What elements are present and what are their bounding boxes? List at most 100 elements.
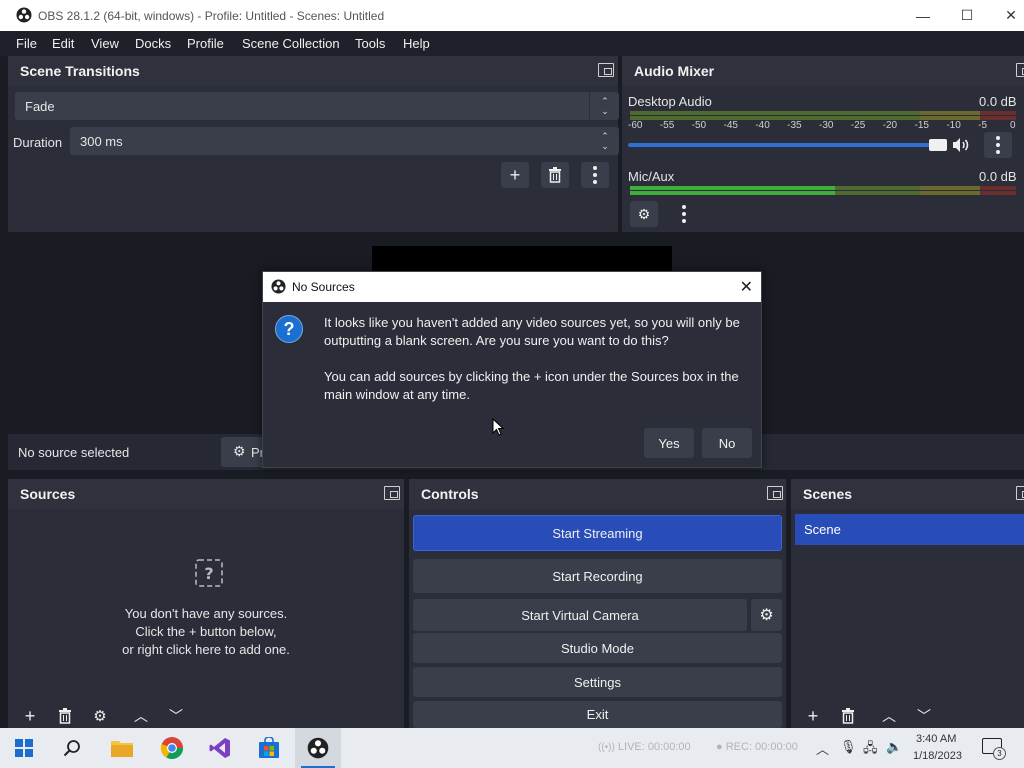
speaker-icon[interactable]	[952, 137, 970, 153]
transition-menu-button[interactable]	[581, 162, 609, 188]
undock-icon[interactable]	[1016, 486, 1024, 500]
spin-arrows-icon[interactable]: ⌃ ⌄	[600, 131, 610, 151]
add-source-button[interactable]: +	[16, 703, 44, 729]
notifications-button[interactable]: 3	[982, 738, 1006, 760]
kebab-icon	[996, 136, 1000, 154]
transition-select[interactable]: Fade ⌃ ⌄	[15, 92, 619, 120]
empty-line-2: Click the + button below,	[135, 624, 277, 639]
meter-scale-label: -55	[659, 120, 675, 131]
kebab-icon	[682, 205, 686, 223]
clock-time[interactable]: 3:40 AM	[916, 733, 956, 745]
visual-studio-icon	[209, 738, 230, 758]
menu-view[interactable]: View	[91, 36, 119, 51]
start-streaming-button[interactable]: Start Streaming	[413, 515, 782, 551]
meter-scale-label: -5	[978, 120, 988, 131]
sources-title: Sources	[20, 486, 76, 502]
start-button[interactable]	[10, 734, 38, 762]
dock-header: Scene Transitions	[8, 56, 618, 86]
menu-profile[interactable]: Profile	[187, 36, 224, 51]
remove-transition-button[interactable]	[541, 162, 569, 188]
undock-icon[interactable]	[598, 63, 614, 77]
menu-edit[interactable]: Edit	[52, 36, 74, 51]
rec-dot-icon: ●	[716, 741, 723, 753]
sources-dock: Sources ? You don't have any sources. Cl…	[8, 479, 404, 728]
microphone-icon[interactable]: 🎙	[840, 739, 857, 755]
add-scene-button[interactable]: +	[799, 703, 827, 729]
move-scene-up-button[interactable]: ︿	[875, 703, 903, 729]
dock-header: Controls	[409, 479, 786, 509]
volume-slider-desktop[interactable]	[628, 143, 944, 147]
dialog-message-1: It looks like you haven't added any vide…	[324, 315, 740, 348]
taskbar-file-explorer[interactable]	[108, 734, 136, 762]
settings-button[interactable]: Settings	[413, 667, 782, 697]
no-sources-dialog: No Sources ✕ ? It looks like you haven't…	[262, 271, 762, 468]
studio-mode-button[interactable]: Studio Mode	[413, 633, 782, 663]
undock-icon[interactable]	[767, 486, 783, 500]
menu-tools[interactable]: Tools	[355, 36, 385, 51]
mic-settings-button[interactable]: ⚙	[630, 201, 658, 227]
store-icon	[259, 737, 279, 758]
dialog-close-button[interactable]: ✕	[740, 277, 753, 297]
taskbar-obs[interactable]	[295, 728, 341, 768]
menu-docks[interactable]: Docks	[135, 36, 171, 51]
windows-logo-icon	[15, 739, 33, 757]
exit-button[interactable]: Exit	[413, 701, 782, 728]
duration-spinbox[interactable]: 300 ms ⌃ ⌄	[70, 127, 619, 155]
meter-scale-label: -60	[628, 120, 643, 131]
taskbar-visual-studio[interactable]	[206, 734, 234, 762]
clock-date[interactable]: 1/18/2023	[913, 750, 962, 762]
preview-canvas[interactable]	[372, 246, 672, 272]
remove-source-button[interactable]	[51, 703, 79, 729]
meter-scale-label: 0	[1010, 120, 1016, 131]
close-window-button[interactable]: ✕	[988, 0, 1024, 31]
tray-overflow-icon[interactable]: ︿	[816, 739, 829, 758]
question-box-icon: ?	[195, 559, 223, 587]
menu-help[interactable]: Help	[403, 36, 430, 51]
notification-badge: 3	[993, 747, 1006, 760]
taskbar-chrome[interactable]	[158, 734, 186, 762]
desktop-audio-menu-button[interactable]	[984, 132, 1012, 158]
virtual-camera-settings-button[interactable]: ⚙	[751, 599, 782, 631]
network-icon[interactable]: 🖧	[863, 739, 878, 761]
meter-scale-label: -40	[755, 120, 770, 131]
add-transition-button[interactable]: +	[501, 162, 529, 188]
scene-list-item[interactable]: Scene	[795, 514, 1024, 545]
meter-scale-label: -10	[946, 120, 961, 131]
gear-icon: ⚙	[233, 443, 246, 459]
channel-level-mic: 0.0 dB	[979, 169, 1017, 184]
move-source-up-button[interactable]: ︿	[127, 703, 155, 729]
svg-text:?: ?	[204, 564, 213, 583]
search-button[interactable]	[58, 734, 86, 762]
chevron-down-icon: ﹀	[169, 708, 183, 724]
trash-icon	[59, 708, 71, 724]
obs-logo-icon	[307, 737, 329, 759]
start-virtual-camera-button[interactable]: Start Virtual Camera	[413, 599, 747, 631]
menu-scene-collection[interactable]: Scene Collection	[242, 36, 340, 51]
taskbar-store[interactable]	[255, 734, 283, 762]
maximize-button[interactable]: ☐	[944, 0, 990, 31]
minimize-button[interactable]: —	[900, 0, 946, 31]
remove-scene-button[interactable]	[834, 703, 862, 729]
volume-icon[interactable]: 🔈	[886, 739, 902, 755]
gear-icon: ⚙	[759, 607, 774, 624]
move-scene-down-button[interactable]: ﹀	[910, 703, 938, 729]
audio-mixer-title: Audio Mixer	[634, 63, 715, 79]
undock-icon[interactable]	[384, 486, 400, 500]
move-source-down-button[interactable]: ﹀	[162, 703, 190, 729]
channel-level-desktop: 0.0 dB	[979, 94, 1017, 109]
volume-slider-handle[interactable]	[929, 139, 947, 151]
start-recording-button[interactable]: Start Recording	[413, 559, 782, 593]
mic-menu-button[interactable]	[670, 201, 698, 227]
menu-bar: File Edit View Docks Profile Scene Colle…	[0, 31, 1024, 56]
source-properties-button[interactable]: ⚙	[86, 703, 114, 729]
scene-item-label: Scene	[804, 522, 841, 537]
undock-icon[interactable]	[1016, 63, 1024, 77]
live-status: ((•)) LIVE: 00:00:00	[598, 741, 691, 753]
folder-icon	[111, 741, 133, 757]
sources-empty-message[interactable]: You don't have any sources. Click the + …	[8, 605, 404, 659]
menu-file[interactable]: File	[16, 36, 37, 51]
no-button[interactable]: No	[702, 428, 752, 458]
search-icon	[63, 740, 80, 757]
duration-value: 300 ms	[80, 134, 123, 149]
yes-button[interactable]: Yes	[644, 428, 694, 458]
